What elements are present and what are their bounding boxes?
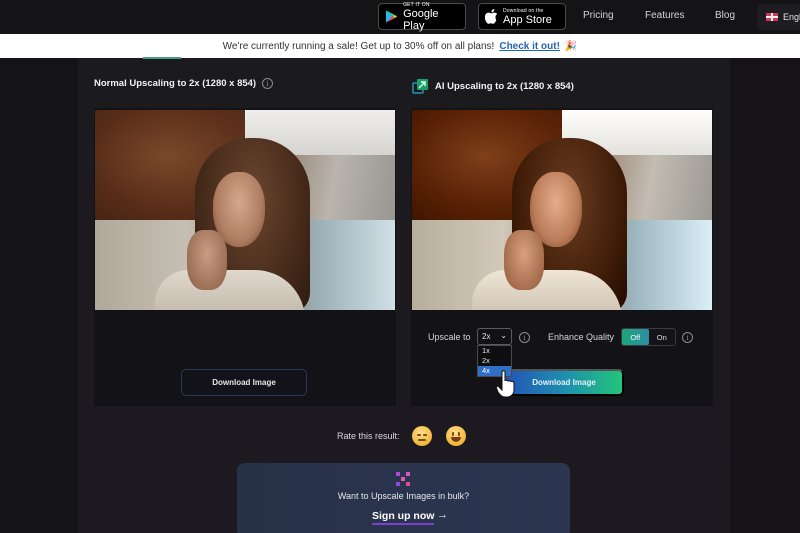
ai-upscaling-title: AI Upscaling to 2x (1280 x 854): [412, 78, 574, 95]
language-label: Engli: [783, 12, 800, 22]
ai-upscale-card: Upscale to 2x ⌄ i Enhance Quality Off On…: [411, 108, 713, 406]
ai-upscaled-image: [412, 110, 712, 310]
upscale-factor-value: 2x: [482, 332, 491, 341]
chevron-down-icon: ⌄: [500, 331, 507, 340]
normal-upscaling-title-text: Normal Upscaling to 2x (1280 x 854): [94, 78, 257, 89]
language-selector[interactable]: Engli: [757, 4, 800, 30]
party-popper-icon: 🎉: [564, 40, 578, 52]
nav-features-link[interactable]: Features: [645, 10, 684, 21]
app-store-label: App Store: [503, 13, 552, 26]
upscale-info-icon[interactable]: i: [519, 332, 530, 343]
sale-banner-text: We're currently running a sale! Get up t…: [222, 40, 495, 52]
normal-upscaled-image: [95, 110, 395, 310]
apple-icon: [485, 9, 498, 24]
nav-blog-link[interactable]: Blog: [715, 10, 735, 21]
sale-banner-link[interactable]: Check it out!: [499, 41, 560, 52]
enhance-quality-toggle[interactable]: Off On: [621, 328, 676, 346]
google-play-button[interactable]: GET IT ON Google Play: [378, 2, 466, 32]
nav-pricing-link[interactable]: Pricing: [583, 10, 614, 21]
app-store-button[interactable]: Download on the App Store: [478, 3, 566, 30]
sad-face-icon[interactable]: [411, 426, 432, 446]
rating-section: Rate this result:: [337, 426, 466, 446]
hand-pointer-cursor-icon: [496, 370, 515, 398]
sale-banner: We're currently running a sale! Get up t…: [0, 34, 800, 58]
download-normal-image-button[interactable]: Download Image: [181, 369, 307, 396]
normal-upscaling-title: Normal Upscaling to 2x (1280 x 854) i: [94, 78, 274, 89]
download-ai-image-button[interactable]: Download Image: [504, 369, 624, 396]
upscale-factor-select[interactable]: 2x ⌄: [477, 328, 512, 345]
enhance-on-option[interactable]: On: [649, 329, 676, 345]
sign-up-now-link[interactable]: Sign up now: [372, 510, 435, 525]
happy-face-icon[interactable]: [445, 426, 466, 446]
uk-flag-icon: [766, 13, 778, 21]
rate-result-label: Rate this result:: [337, 431, 400, 441]
enhance-info-icon[interactable]: i: [682, 332, 693, 343]
top-navigation: GET IT ON Google Play Download on the Ap…: [0, 0, 800, 34]
google-play-label: Google Play: [403, 7, 439, 32]
info-icon[interactable]: i: [262, 78, 274, 89]
enhance-off-option[interactable]: Off: [622, 329, 649, 345]
upscale-option-1x[interactable]: 1x: [478, 346, 511, 356]
arrow-right-icon: →: [437, 509, 448, 521]
ai-upscaling-title-text: AI Upscaling to 2x (1280 x 854): [435, 81, 574, 92]
page-background-right: [730, 58, 800, 533]
tab-indicator: [143, 57, 181, 59]
enhance-quality-label: Enhance Quality: [548, 332, 615, 342]
page-background-left: [0, 58, 78, 533]
google-play-icon: [385, 10, 398, 23]
brand-logo-icon: [396, 472, 410, 486]
ai-upscale-icon: [412, 79, 428, 94]
bulk-question: Want to Upscale Images in bulk?: [337, 491, 470, 501]
normal-upscale-card: Download Image: [94, 108, 396, 406]
upscale-to-label: Upscale to: [428, 332, 471, 342]
bulk-upscale-promo: Want to Upscale Images in bulk? Sign up …: [237, 463, 570, 533]
upscale-option-2x[interactable]: 2x: [478, 356, 511, 366]
